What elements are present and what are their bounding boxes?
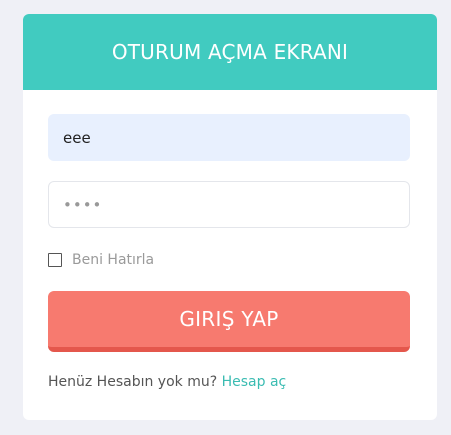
- card-header: OTURUM AÇMA EKRANI: [23, 14, 437, 90]
- password-input[interactable]: [48, 181, 410, 228]
- signup-prompt: Henüz Hesabın yok mu? Hesap aç: [48, 374, 286, 390]
- create-account-link[interactable]: Hesap aç: [222, 374, 287, 390]
- login-button[interactable]: GIRIŞ YAP: [48, 291, 410, 352]
- login-card: OTURUM AÇMA EKRANI Beni Hatırla GIRIŞ YA…: [23, 14, 437, 420]
- page-title: OTURUM AÇMA EKRANI: [111, 40, 349, 64]
- signup-question: Henüz Hesabın yok mu?: [48, 374, 218, 390]
- username-input[interactable]: [48, 114, 410, 161]
- remember-me-label: Beni Hatırla: [72, 252, 155, 268]
- remember-me-checkbox[interactable]: [48, 253, 62, 267]
- remember-me-row[interactable]: Beni Hatırla: [48, 252, 154, 268]
